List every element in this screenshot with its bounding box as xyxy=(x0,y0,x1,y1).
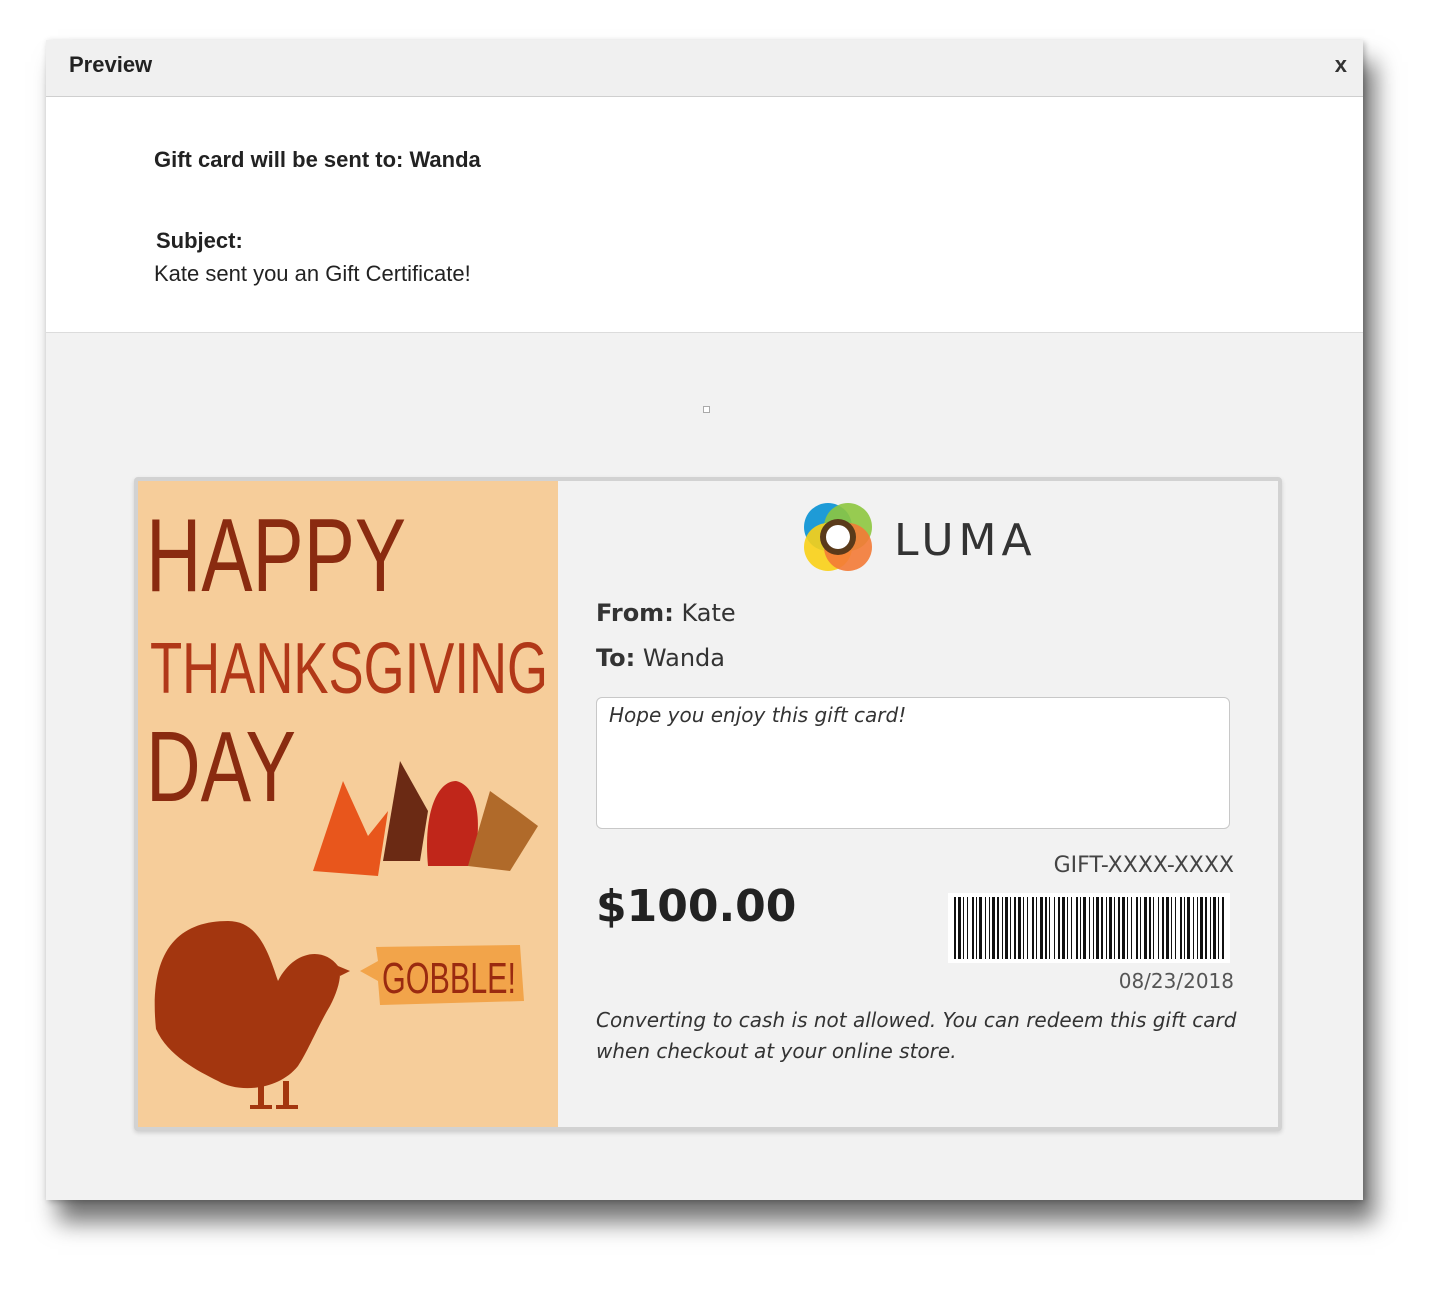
preview-modal: Preview x Gift card will be sent to: Wan… xyxy=(46,40,1363,1200)
sent-to-text: Gift card will be sent to: Wanda xyxy=(154,147,481,172)
image-text-happy: HAPPY xyxy=(146,498,406,614)
subject-text: Kate sent you an Gift Certificate! xyxy=(154,261,471,286)
barcode-date: 08/23/2018 xyxy=(1118,969,1234,993)
gift-message: Hope you enjoy this gift card! xyxy=(596,697,1230,829)
barcode xyxy=(948,893,1230,963)
subject-label: Subject: xyxy=(156,228,243,253)
from-label: From: xyxy=(596,599,674,627)
to-label: To: xyxy=(596,644,636,672)
bubble-text: GOBBLE! xyxy=(382,954,516,1003)
to-line: To: Wanda xyxy=(596,644,725,672)
luma-logo-icon xyxy=(804,503,872,571)
speech-bubble: GOBBLE! xyxy=(360,945,524,1005)
autumn-leaves-icon xyxy=(313,761,538,876)
placeholder-image-icon xyxy=(703,406,710,413)
gift-code: GIFT-XXXX-XXXX xyxy=(1053,853,1234,878)
modal-header: Preview x xyxy=(46,40,1363,97)
recipient-info: Gift card will be sent to: Wanda Subject… xyxy=(46,97,1363,333)
thanksgiving-illustration: HAPPY THANKSGIVING DAY GOBBLE! xyxy=(146,498,548,1109)
gift-amount: $100.00 xyxy=(596,881,797,932)
to-value: Wanda xyxy=(642,644,725,672)
image-text-day: DAY xyxy=(146,711,296,823)
modal-title: Preview xyxy=(69,52,153,77)
luma-logo: LUMA xyxy=(798,497,1048,577)
close-button[interactable]: x xyxy=(1335,52,1347,78)
card-design-image: HAPPY THANKSGIVING DAY GOBBLE! xyxy=(138,481,558,1127)
turkey-icon xyxy=(154,921,350,1109)
gift-card: HAPPY THANKSGIVING DAY GOBBLE! LUMA From… xyxy=(134,477,1282,1131)
brand-name: LUMA xyxy=(894,515,1037,566)
card-details: LUMA From: Kate To: Wanda Hope you enjoy… xyxy=(558,481,1278,1127)
disclaimer-text: Converting to cash is not allowed. You c… xyxy=(596,1008,1237,1063)
from-line: From: Kate xyxy=(596,599,736,627)
image-text-thanksgiving: THANKSGIVING xyxy=(150,629,548,709)
from-value: Kate xyxy=(681,599,736,627)
